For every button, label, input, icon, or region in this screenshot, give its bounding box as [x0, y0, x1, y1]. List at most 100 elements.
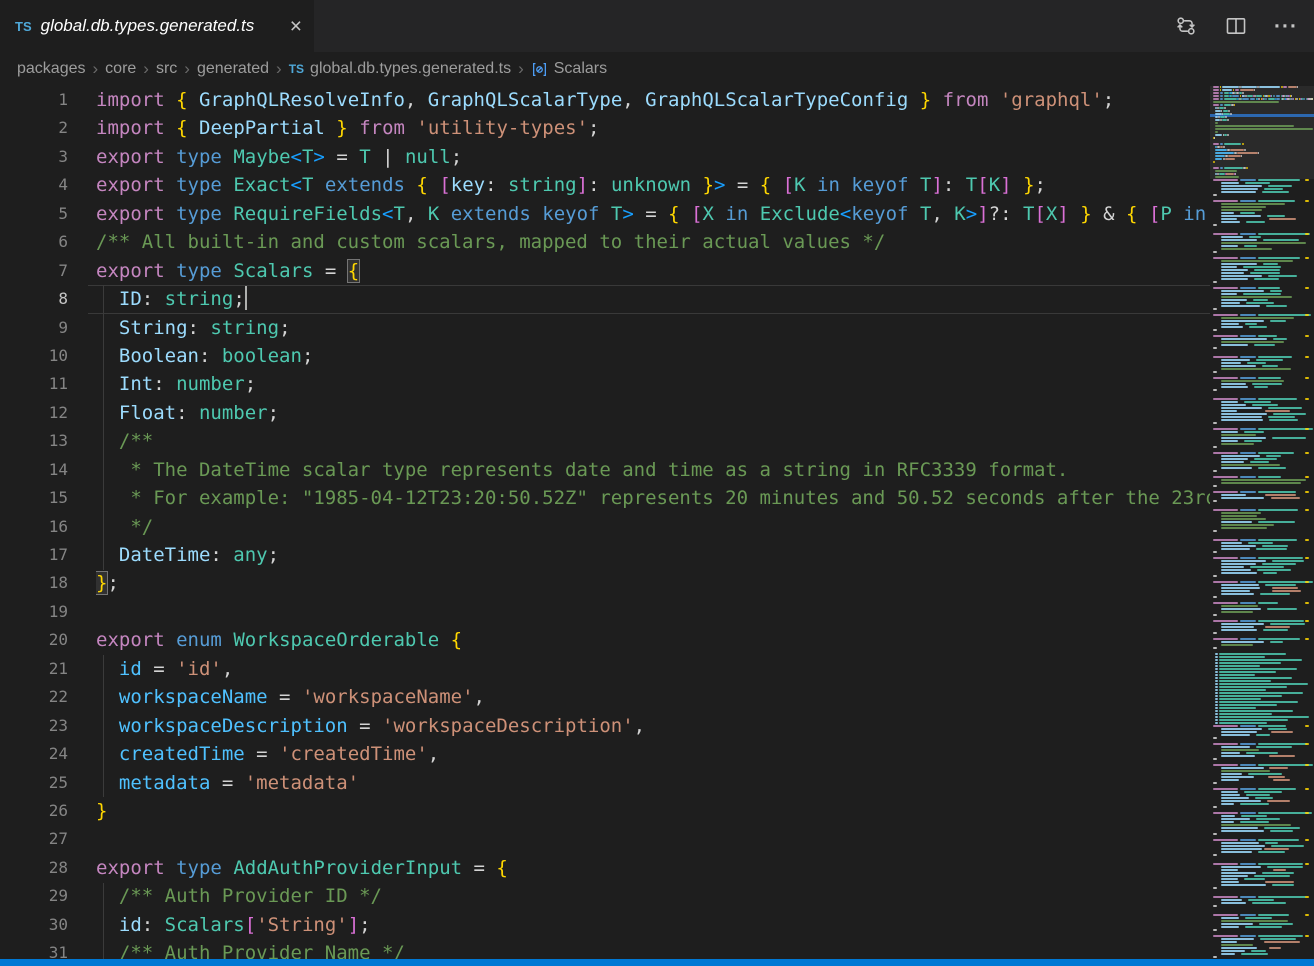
code-line[interactable]: }: [96, 797, 1210, 825]
minimap[interactable]: [1210, 86, 1314, 959]
code-token: null: [405, 146, 451, 168]
code-line[interactable]: import { GraphQLResolveInfo, GraphQLScal…: [96, 86, 1210, 114]
line-number[interactable]: 1: [0, 86, 68, 114]
code-line[interactable]: export enum WorkspaceOrderable {: [96, 626, 1210, 654]
line-number[interactable]: 17: [0, 541, 68, 569]
line-number[interactable]: 6: [0, 228, 68, 256]
code-line[interactable]: export type Maybe<T> = T | null;: [96, 143, 1210, 171]
minimap-line: [1213, 914, 1314, 916]
code-line[interactable]: * The DateTime scalar type represents da…: [96, 456, 1210, 484]
line-number[interactable]: 21: [0, 655, 68, 683]
line-number[interactable]: 29: [0, 882, 68, 910]
code-line[interactable]: DateTime: any;: [96, 541, 1210, 569]
code-line[interactable]: createdTime = 'createdTime',: [96, 740, 1210, 768]
minimap-token: [1244, 791, 1281, 793]
minimap-line: [1213, 869, 1314, 871]
line-number[interactable]: 14: [0, 456, 68, 484]
breadcrumb-item-core[interactable]: core: [105, 60, 136, 78]
line-number[interactable]: 26: [0, 797, 68, 825]
code-line[interactable]: import { DeepPartial } from 'utility-typ…: [96, 114, 1210, 142]
minimap-token: [1258, 812, 1312, 814]
code-line[interactable]: * For example: "1985-04-12T23:20:50.52Z"…: [96, 484, 1210, 512]
code-line[interactable]: /** Auth Provider ID */: [96, 882, 1210, 910]
minimap-token: [1240, 95, 1242, 97]
close-icon[interactable]: ×: [290, 16, 302, 37]
line-number[interactable]: 2: [0, 114, 68, 142]
code-line[interactable]: String: string;: [96, 314, 1210, 342]
code-line[interactable]: };: [96, 569, 1210, 597]
breadcrumb-item-generated[interactable]: generated: [197, 60, 269, 78]
minimap-line: [1213, 557, 1314, 559]
line-number[interactable]: 23: [0, 712, 68, 740]
line-number[interactable]: 13: [0, 427, 68, 455]
code-line[interactable]: Int: number;: [96, 370, 1210, 398]
minimap-line: [1213, 779, 1314, 781]
minimap-token: [1213, 347, 1217, 349]
code-line[interactable]: [96, 598, 1210, 626]
minimap-token: [1220, 92, 1224, 94]
code-token: {: [451, 629, 462, 651]
minimap-token: [1215, 662, 1218, 664]
code-line[interactable]: workspaceName = 'workspaceName',: [96, 683, 1210, 711]
line-number[interactable]: 11: [0, 370, 68, 398]
minimap-token: [1219, 677, 1292, 679]
code-line[interactable]: Boolean: boolean;: [96, 342, 1210, 370]
code-area[interactable]: import { GraphQLResolveInfo, GraphQLScal…: [96, 86, 1210, 959]
code-token: <: [382, 203, 393, 225]
line-number[interactable]: 31: [0, 939, 68, 959]
code-line[interactable]: */: [96, 513, 1210, 541]
line-number[interactable]: 25: [0, 769, 68, 797]
line-number[interactable]: 3: [0, 143, 68, 171]
code-line[interactable]: Float: number;: [96, 399, 1210, 427]
code-editor[interactable]: 1234567891011121314151617181920212223242…: [0, 86, 1314, 959]
breadcrumb-item-packages[interactable]: packages: [17, 60, 86, 78]
code-line[interactable]: id: Scalars['String'];: [96, 911, 1210, 939]
line-number[interactable]: 19: [0, 598, 68, 626]
code-line[interactable]: ID: string;: [96, 285, 1210, 313]
minimap-token: [1215, 170, 1237, 172]
code-line[interactable]: /** Auth Provider Name */: [96, 939, 1210, 959]
line-number[interactable]: 22: [0, 683, 68, 711]
code-line[interactable]: export type Exact<T extends { [key: stri…: [96, 171, 1210, 199]
breadcrumb-item-src[interactable]: src: [156, 60, 177, 78]
line-number[interactable]: 4: [0, 171, 68, 199]
code-line[interactable]: export type AddAuthProviderInput = {: [96, 854, 1210, 882]
minimap-line: [1213, 173, 1314, 175]
line-number[interactable]: 20: [0, 626, 68, 654]
code-line[interactable]: [96, 825, 1210, 853]
minimap-line: [1213, 323, 1314, 325]
minimap-token: [1247, 362, 1266, 364]
breadcrumb-item-global-db-types-generated-ts[interactable]: TSglobal.db.types.generated.ts: [289, 60, 511, 78]
code-line[interactable]: export type RequireFields<T, K extends k…: [96, 200, 1210, 228]
line-number[interactable]: 27: [0, 825, 68, 853]
code-line[interactable]: export type Scalars = {: [96, 257, 1210, 285]
code-line[interactable]: workspaceDescription = 'workspaceDescrip…: [96, 712, 1210, 740]
line-number[interactable]: 9: [0, 314, 68, 342]
code-line[interactable]: metadata = 'metadata': [96, 769, 1210, 797]
open-changes-icon[interactable]: [1174, 14, 1198, 38]
minimap-line: [1213, 314, 1314, 316]
breadcrumb-item-scalars[interactable]: Scalars: [531, 60, 607, 78]
line-number[interactable]: 16: [0, 513, 68, 541]
code-token: in: [1183, 203, 1206, 225]
line-number[interactable]: 10: [0, 342, 68, 370]
split-editor-icon[interactable]: [1224, 14, 1248, 38]
line-number[interactable]: 28: [0, 854, 68, 882]
minimap-token: [1237, 152, 1258, 154]
tab-global-db-types-generated-ts[interactable]: TS global.db.types.generated.ts ×: [0, 0, 314, 52]
line-number[interactable]: 15: [0, 484, 68, 512]
more-actions-icon[interactable]: ···: [1274, 14, 1298, 38]
code-line[interactable]: id = 'id',: [96, 655, 1210, 683]
line-number[interactable]: 12: [0, 399, 68, 427]
minimap-line: [1213, 842, 1314, 844]
minimap-token: [1240, 935, 1256, 937]
code-line[interactable]: /** All built-in and custom scalars, map…: [96, 228, 1210, 256]
line-number[interactable]: 8: [0, 285, 68, 313]
code-line[interactable]: /**: [96, 427, 1210, 455]
line-number[interactable]: 24: [0, 740, 68, 768]
line-number[interactable]: 7: [0, 257, 68, 285]
line-number[interactable]: 30: [0, 911, 68, 939]
line-number[interactable]: 18: [0, 569, 68, 597]
line-number[interactable]: 5: [0, 200, 68, 228]
minimap-line: [1213, 662, 1314, 664]
